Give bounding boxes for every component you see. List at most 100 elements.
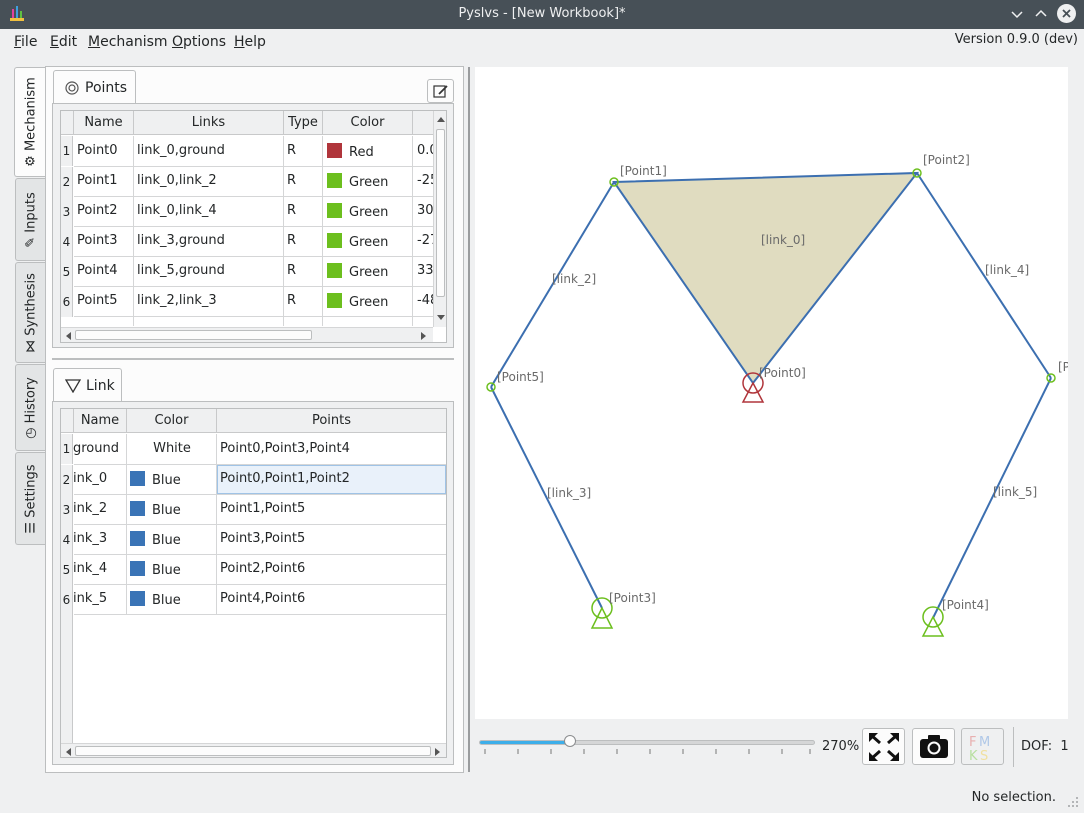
column-header[interactable]: Name [74, 111, 134, 135]
scroll-thumb[interactable] [75, 746, 431, 756]
point-type[interactable]: R [287, 173, 296, 188]
link-name[interactable]: ground [73, 441, 119, 456]
point-label: [Point0] [759, 366, 806, 380]
zoom-slider-handle[interactable] [563, 735, 576, 747]
link-points[interactable]: Point3,Point5 [220, 531, 305, 546]
point-type[interactable]: R [287, 233, 296, 248]
minimize-icon[interactable] [1008, 5, 1026, 23]
edit-point-button[interactable] [427, 79, 454, 103]
link-color[interactable]: Blue [130, 501, 181, 518]
status-message: No selection. [971, 790, 1056, 805]
point-type[interactable]: R [287, 203, 296, 218]
row-number: 6 [61, 287, 73, 317]
tab-history[interactable]: ◷ History [15, 364, 45, 451]
point-name[interactable]: Point5 [77, 293, 118, 308]
link-points[interactable]: Point2,Point6 [220, 561, 305, 576]
point-color[interactable]: Green [327, 203, 388, 220]
point-name[interactable]: Point4 [77, 263, 118, 278]
point-name[interactable]: Point2 [77, 203, 118, 218]
zoom-to-fit-button[interactable] [862, 728, 905, 765]
point-color[interactable]: Green [327, 293, 388, 310]
menu-edit[interactable]: Edit [50, 34, 77, 50]
link-color[interactable]: Blue [130, 561, 181, 578]
link-color[interactable]: Blue [130, 531, 181, 548]
point-name[interactable]: Point0 [77, 143, 118, 158]
close-button[interactable] [1057, 4, 1076, 23]
tab-settings[interactable]: ☰ Settings [15, 452, 45, 545]
point-name[interactable]: Point1 [77, 173, 118, 188]
link-name[interactable]: ink_0 [73, 471, 107, 486]
point-links[interactable]: link_5,ground [137, 263, 225, 278]
column-header[interactable]: Name [74, 409, 127, 433]
point4-ground-joint[interactable] [921, 606, 945, 637]
resize-grip-icon[interactable] [1066, 795, 1080, 809]
link-0-polygon[interactable] [612, 171, 920, 385]
link-color[interactable]: Blue [130, 471, 181, 488]
column-header[interactable]: Points [217, 409, 446, 433]
menu-options[interactable]: Options [172, 34, 226, 50]
column-header[interactable]: Color [323, 111, 413, 135]
column-header[interactable]: Links [134, 111, 284, 135]
points-vertical-scrollbar[interactable] [433, 111, 446, 327]
point-color[interactable]: Green [327, 173, 388, 190]
column-header[interactable]: Type [284, 111, 323, 135]
scroll-left-icon[interactable] [65, 332, 71, 340]
main-splitter[interactable] [468, 67, 470, 772]
point-links[interactable]: link_3,ground [137, 233, 225, 248]
point-name[interactable]: Point3 [77, 233, 118, 248]
menu-help[interactable]: Help [234, 34, 266, 50]
screenshot-button[interactable] [912, 728, 955, 765]
dof-label: DOF: 1 [1021, 739, 1069, 754]
scroll-thumb[interactable] [75, 330, 312, 340]
link-name[interactable]: ink_5 [73, 591, 107, 606]
mechanism-drawing[interactable] [475, 67, 1068, 719]
tab-link[interactable]: Link [53, 368, 122, 402]
scroll-down-icon[interactable] [437, 315, 445, 321]
points-horizontal-scrollbar[interactable] [61, 327, 433, 342]
link-points[interactable]: Point4,Point6 [220, 591, 305, 606]
point-color[interactable]: Green [327, 233, 388, 250]
point-type[interactable]: R [287, 293, 296, 308]
scroll-up-icon[interactable] [437, 116, 445, 122]
link-name[interactable]: ink_2 [73, 501, 107, 516]
point-links[interactable]: link_0,ground [137, 143, 225, 158]
tab-mechanism[interactable]: ⚙ Mechanism [14, 67, 46, 177]
panel-splitter[interactable] [52, 358, 454, 360]
link-color[interactable]: White [127, 441, 217, 456]
scroll-left-icon[interactable] [65, 748, 71, 756]
point-links[interactable]: link_0,link_4 [137, 203, 217, 218]
scroll-right-icon[interactable] [421, 332, 427, 340]
point-type[interactable]: R [287, 263, 296, 278]
point-color-label: Green [349, 175, 389, 190]
link-points[interactable]: Point0,Point1,Point2 [220, 471, 350, 486]
tab-points[interactable]: Points [53, 70, 136, 104]
point-label: [Point3] [609, 591, 656, 605]
fmks-button[interactable]: F M K S [961, 728, 1004, 765]
scroll-right-icon[interactable] [435, 748, 441, 756]
row-number: 4 [61, 525, 73, 555]
link-4-line[interactable] [916, 172, 1052, 379]
link-horizontal-scrollbar[interactable] [61, 743, 446, 757]
link-name[interactable]: ink_4 [73, 561, 107, 576]
scroll-thumb[interactable] [436, 129, 445, 297]
row-number: 4 [61, 227, 73, 257]
mechanism-canvas[interactable]: [Point1] [Point2] [Point5] [Point0] [P [… [475, 67, 1068, 719]
tab-synthesis[interactable]: ⋈ Synthesis [15, 262, 45, 363]
tab-inputs[interactable]: ✎ Inputs [15, 178, 45, 261]
column-header[interactable]: Color [127, 409, 217, 433]
point-type[interactable]: R [287, 143, 296, 158]
zoom-slider-track[interactable] [479, 740, 815, 745]
link-points[interactable]: Point0,Point3,Point4 [220, 441, 350, 456]
point-links[interactable]: link_2,link_3 [137, 293, 217, 308]
link-points[interactable]: Point1,Point5 [220, 501, 305, 516]
point-color[interactable]: Green [327, 263, 388, 280]
link-name[interactable]: ink_3 [73, 531, 107, 546]
point-links[interactable]: link_0,link_2 [137, 173, 217, 188]
color-swatch [130, 591, 145, 606]
link-color[interactable]: Blue [130, 591, 181, 608]
menu-file[interactable]: File [14, 34, 37, 50]
point-color[interactable]: Red [327, 143, 374, 160]
maximize-icon[interactable] [1032, 5, 1050, 23]
row-number: 5 [61, 257, 73, 287]
menu-mechanism[interactable]: Mechanism [88, 34, 168, 50]
